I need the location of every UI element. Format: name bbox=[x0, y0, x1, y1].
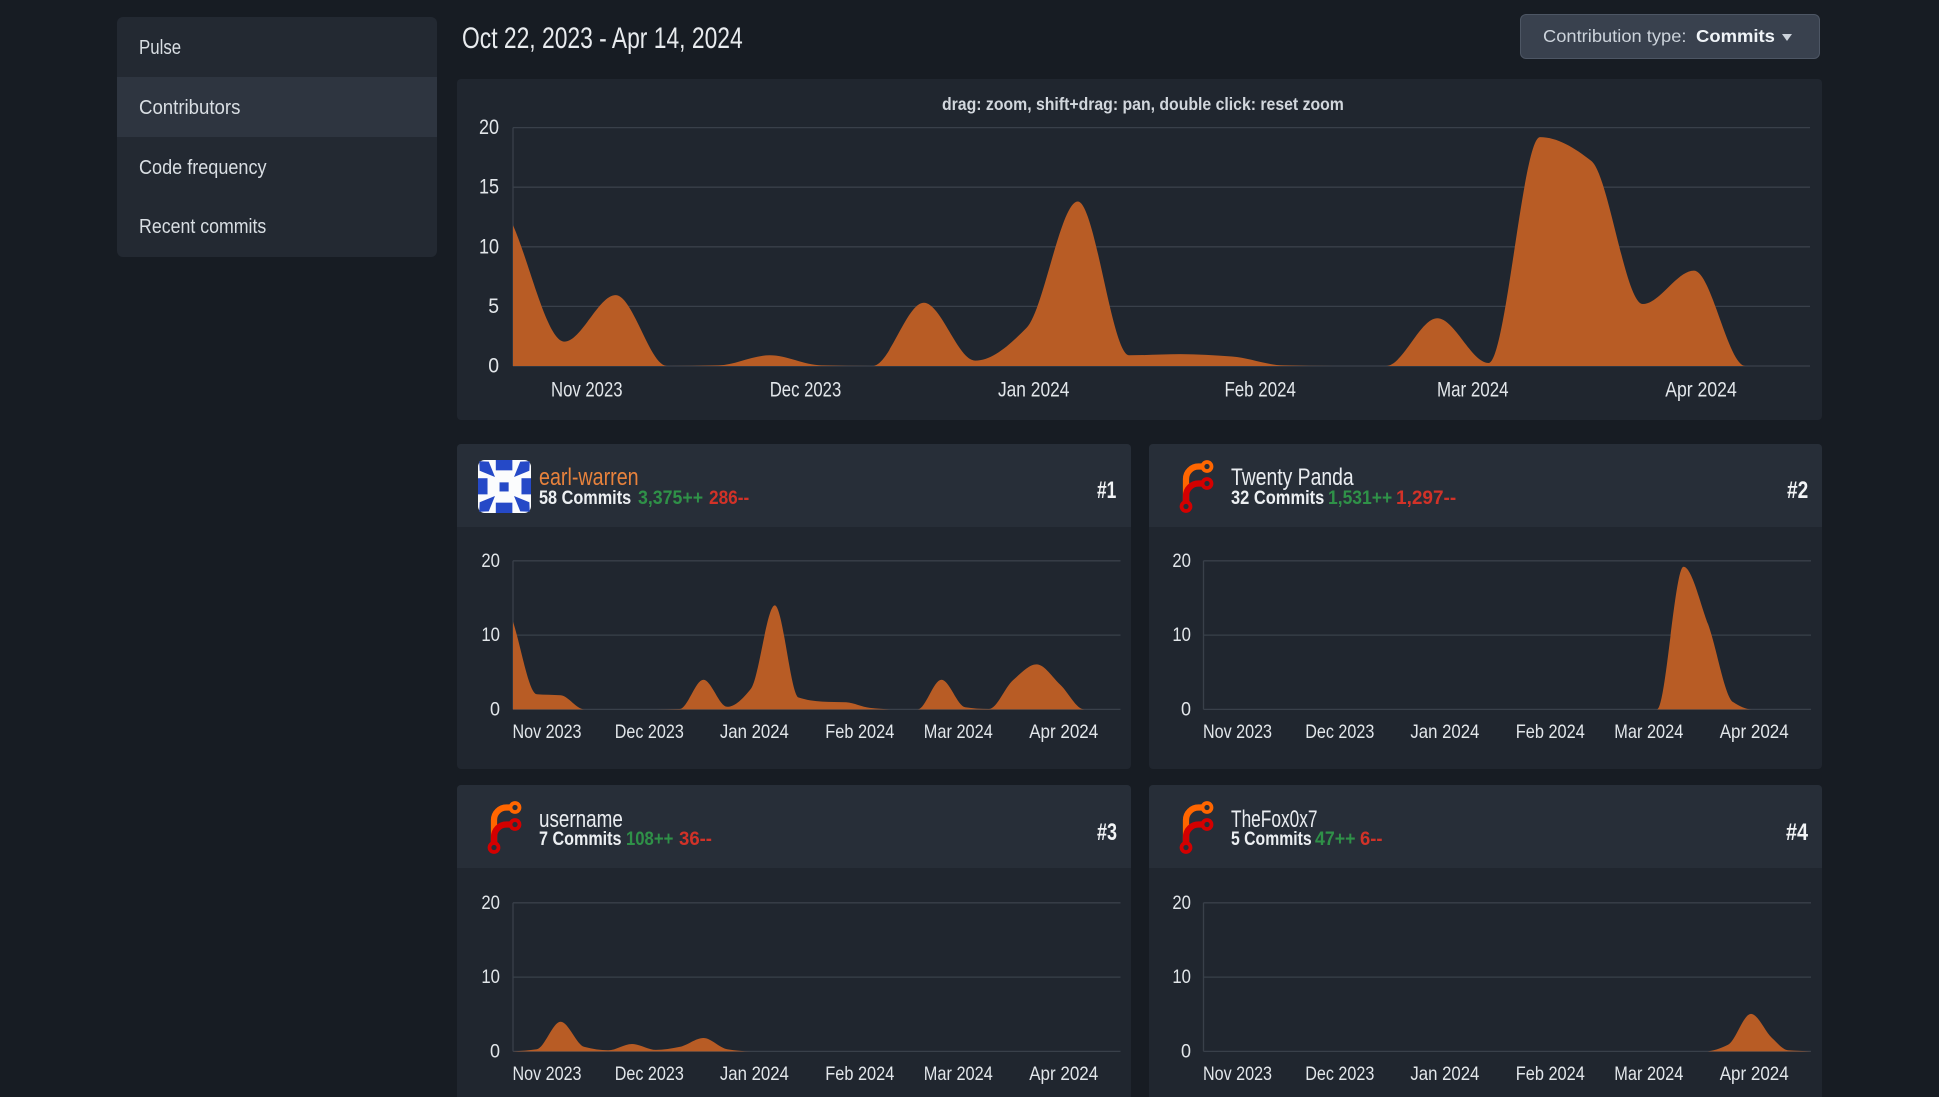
svg-text:5: 5 bbox=[488, 295, 499, 318]
svg-text:Apr 2024: Apr 2024 bbox=[1665, 379, 1737, 402]
svg-text:20: 20 bbox=[481, 892, 500, 914]
svg-text:Jan 2024: Jan 2024 bbox=[720, 1063, 789, 1085]
svg-text:Feb 2024: Feb 2024 bbox=[825, 721, 894, 743]
svg-text:Jan 2024: Jan 2024 bbox=[1410, 721, 1479, 743]
svg-text:Nov 2023: Nov 2023 bbox=[1203, 721, 1272, 743]
svg-text:Apr 2024: Apr 2024 bbox=[1029, 1063, 1098, 1085]
svg-text:20: 20 bbox=[1172, 550, 1191, 572]
svg-text:0: 0 bbox=[490, 698, 500, 720]
svg-text:Mar 2024: Mar 2024 bbox=[924, 721, 993, 743]
svg-text:Apr 2024: Apr 2024 bbox=[1029, 721, 1098, 743]
svg-text:15: 15 bbox=[479, 176, 499, 199]
svg-text:20: 20 bbox=[479, 116, 499, 139]
svg-text:Mar 2024: Mar 2024 bbox=[1614, 1063, 1683, 1085]
svg-text:Dec 2023: Dec 2023 bbox=[1305, 721, 1374, 743]
svg-text:Jan 2024: Jan 2024 bbox=[998, 379, 1070, 402]
svg-text:10: 10 bbox=[1172, 624, 1191, 646]
svg-text:Jan 2024: Jan 2024 bbox=[1410, 1063, 1479, 1085]
svg-text:Apr 2024: Apr 2024 bbox=[1720, 721, 1789, 743]
svg-text:20: 20 bbox=[1172, 892, 1191, 914]
svg-text:Feb 2024: Feb 2024 bbox=[1516, 721, 1585, 743]
svg-text:Feb 2024: Feb 2024 bbox=[1224, 379, 1296, 402]
svg-text:Nov 2023: Nov 2023 bbox=[513, 721, 582, 743]
svg-text:Nov 2023: Nov 2023 bbox=[1203, 1063, 1272, 1085]
svg-text:Dec 2023: Dec 2023 bbox=[615, 1063, 684, 1085]
svg-text:10: 10 bbox=[481, 966, 500, 988]
svg-text:Feb 2024: Feb 2024 bbox=[1516, 1063, 1585, 1085]
svg-text:Dec 2023: Dec 2023 bbox=[615, 721, 684, 743]
svg-text:10: 10 bbox=[481, 624, 500, 646]
svg-text:10: 10 bbox=[479, 235, 499, 258]
svg-text:0: 0 bbox=[1181, 698, 1191, 720]
svg-text:10: 10 bbox=[1172, 966, 1191, 988]
svg-text:0: 0 bbox=[488, 355, 499, 378]
svg-text:Jan 2024: Jan 2024 bbox=[720, 721, 789, 743]
svg-text:Feb 2024: Feb 2024 bbox=[825, 1063, 894, 1085]
svg-text:Mar 2024: Mar 2024 bbox=[1614, 721, 1683, 743]
svg-text:Mar 2024: Mar 2024 bbox=[1437, 379, 1509, 402]
svg-text:Apr 2024: Apr 2024 bbox=[1720, 1063, 1789, 1085]
svg-text:0: 0 bbox=[490, 1040, 500, 1062]
svg-text:20: 20 bbox=[481, 550, 500, 572]
svg-text:0: 0 bbox=[1181, 1040, 1191, 1062]
svg-text:Nov 2023: Nov 2023 bbox=[551, 379, 623, 402]
svg-text:Nov 2023: Nov 2023 bbox=[513, 1063, 582, 1085]
svg-text:Mar 2024: Mar 2024 bbox=[924, 1063, 993, 1085]
svg-text:Dec 2023: Dec 2023 bbox=[770, 379, 842, 402]
svg-text:Dec 2023: Dec 2023 bbox=[1305, 1063, 1374, 1085]
